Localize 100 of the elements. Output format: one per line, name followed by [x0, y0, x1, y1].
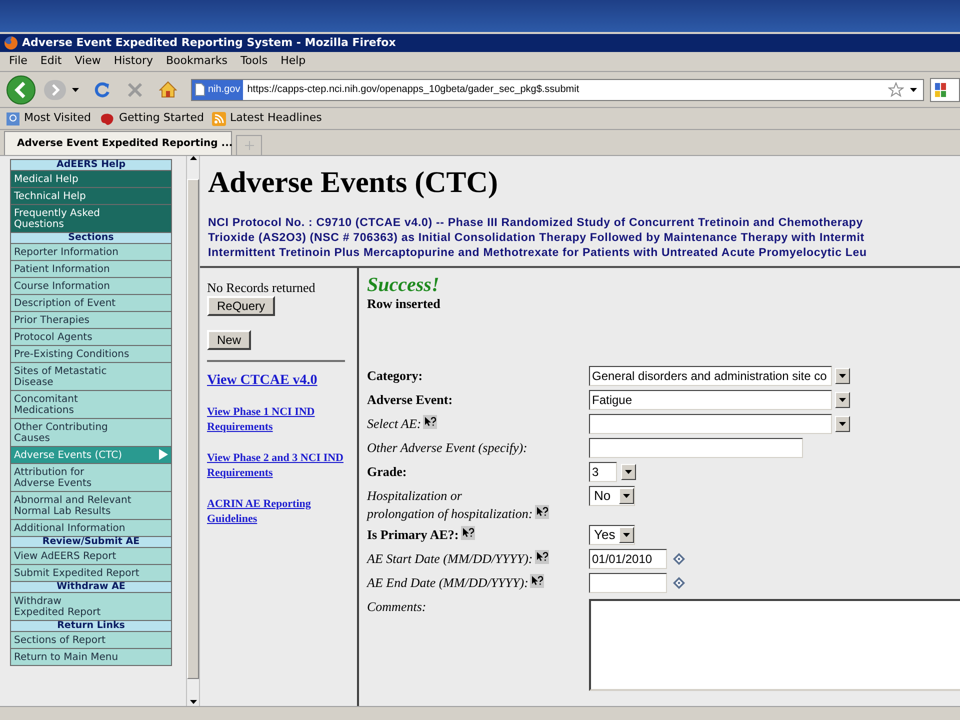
- sidebar-item[interactable]: Attribution for Adverse Events: [11, 464, 171, 491]
- back-icon[interactable]: [6, 74, 38, 104]
- dropdown-button[interactable]: [835, 368, 850, 384]
- home-icon[interactable]: [159, 80, 177, 98]
- search-bar[interactable]: [930, 78, 960, 102]
- sidebar-item[interactable]: Protocol Agents: [11, 329, 171, 345]
- help-cursor-icon[interactable]: [423, 415, 438, 429]
- menu-item[interactable]: Edit: [40, 53, 62, 70]
- bookmark-link[interactable]: Latest Headlines: [230, 110, 322, 127]
- field-label: Hospitalization or prolongation of hospitalization:: [367, 488, 533, 521]
- sidebar-header: Withdraw AE: [11, 582, 171, 592]
- help-cursor-icon[interactable]: [534, 505, 549, 519]
- sidebar-item[interactable]: Description of Event: [11, 295, 171, 311]
- field-label: Comments:: [367, 599, 426, 614]
- sidebar-item[interactable]: Return to Main Menu: [11, 649, 171, 665]
- page-title: Adverse Events (CTC): [208, 166, 499, 200]
- bookmark-link[interactable]: Most Visited: [24, 110, 91, 127]
- sidebar-item[interactable]: Prior Therapies: [11, 312, 171, 328]
- sidebar-item[interactable]: Patient Information: [11, 261, 171, 277]
- caret-icon: [839, 422, 846, 426]
- comments-field[interactable]: [589, 599, 960, 691]
- sidebar-item[interactable]: Frequently Asked Questions: [11, 205, 171, 232]
- date-field[interactable]: 01/01/2010: [589, 549, 667, 569]
- menu-item[interactable]: Help: [280, 53, 306, 70]
- reference-link[interactable]: View Phase 1 NCI IND Requirements: [207, 405, 357, 435]
- sidebar-item[interactable]: Pre-Existing Conditions: [11, 346, 171, 362]
- caret-icon: [625, 470, 632, 474]
- field-label: AE Start Date (MM/DD/YYYY):: [367, 551, 533, 566]
- input-field[interactable]: [589, 438, 803, 458]
- success-title: Success!: [367, 274, 440, 296]
- field-label: Select AE:: [367, 416, 422, 431]
- sidebar-item[interactable]: Course Information: [11, 278, 171, 294]
- sidebar-item[interactable]: Additional Information: [11, 520, 171, 536]
- caret-icon: [623, 494, 630, 498]
- query-button[interactable]: New: [207, 330, 252, 350]
- field-label: Category:: [367, 368, 423, 383]
- sidebar-item[interactable]: Medical Help: [11, 171, 171, 187]
- address-bar[interactable]: nih.gov https://capps-ctep.nci.nih.gov/openapps_10gbeta/gader_sec_pkg$.ssubmit: [191, 78, 924, 100]
- sidebar-item[interactable]: Abnormal and Relevant Normal Lab Results: [11, 492, 171, 519]
- sidebar-item[interactable]: View AdEERS Report: [11, 548, 171, 564]
- site-identity-button[interactable]: nih.gov: [192, 80, 244, 100]
- calendar-icon[interactable]: [673, 553, 685, 565]
- help-cursor-icon[interactable]: [530, 574, 544, 588]
- query-button[interactable]: ReQuery: [207, 296, 276, 316]
- sidebar-item[interactable]: Concomitant Medications: [11, 391, 171, 418]
- protocol-text: NCI Protocol No. : C9710 (CTCAE v4.0) -- Phase III Randomized Study of Concurrent Tretinoin and Chemotherapy Trioxide (AS2O3) (NSC # 706363) as Initial Consolidation Therapy Followed by Maintenance Therapy with Intermit Intermittent Tretinoin Plus Mercaptopurine and Methotrexate for Patients with Untreated Acute Promyelocytic Leu: [208, 216, 868, 261]
- dropdown-button[interactable]: [835, 416, 850, 432]
- dropdown-button[interactable]: [621, 464, 636, 480]
- reload-icon[interactable]: [93, 80, 111, 98]
- field-label: Adverse Event:: [367, 392, 453, 407]
- window-title: Adverse Event Expedited Reporting System - Mozilla Firefox: [22, 34, 396, 51]
- select-field[interactable]: Yes: [589, 525, 635, 545]
- scrollbar[interactable]: [186, 156, 200, 706]
- dropdown-button[interactable]: [619, 488, 634, 504]
- sidebar-item[interactable]: Submit Expedited Report: [11, 565, 171, 581]
- sidebar-item[interactable]: Sites of Metastatic Disease: [11, 363, 171, 390]
- select-field[interactable]: No: [589, 486, 635, 506]
- calendar-icon[interactable]: [673, 577, 685, 589]
- select-field[interactable]: Fatigue: [589, 390, 832, 410]
- sidebar-item[interactable]: Withdraw Expedited Report: [11, 593, 171, 620]
- url-caret-icon: [910, 88, 917, 92]
- reference-link[interactable]: View CTCAE v4.0: [207, 372, 357, 389]
- sidebar-header: AdEERS Help: [11, 160, 171, 170]
- select-field[interactable]: [589, 414, 832, 434]
- triangle-icon: [159, 449, 168, 460]
- reference-link[interactable]: ACRIN AE Reporting Guidelines: [207, 497, 357, 527]
- field-label: Other Adverse Event (specify):: [367, 440, 528, 455]
- select-field[interactable]: General disorders and administration site co: [589, 366, 832, 386]
- date-field[interactable]: [589, 573, 667, 593]
- sidebar-item[interactable]: Technical Help: [11, 188, 171, 204]
- scroll-thumb[interactable]: [187, 179, 199, 679]
- help-cursor-icon[interactable]: [460, 526, 475, 540]
- bookmark-link[interactable]: Getting Started: [118, 110, 204, 127]
- feed-icon: [212, 112, 226, 126]
- reference-link[interactable]: View Phase 2 and 3 NCI IND Requirements: [207, 451, 357, 481]
- browser-tab[interactable]: Adverse Event Expedited Reporting ...: [4, 131, 232, 155]
- status-text: No Records returned: [207, 280, 316, 295]
- menu-item[interactable]: Tools: [240, 53, 268, 70]
- dropdown-button[interactable]: [619, 527, 634, 543]
- sidebar-item[interactable]: Reporter Information: [11, 244, 171, 260]
- history-caret-icon: [72, 88, 79, 92]
- sidebar-header: Review/Submit AE: [11, 537, 171, 547]
- scroll-down-icon[interactable]: [190, 700, 196, 704]
- help-cursor-icon[interactable]: [534, 550, 549, 564]
- sidebar-header: Return Links: [11, 621, 171, 631]
- star-icon[interactable]: [888, 82, 904, 98]
- sidebar-item[interactable]: Sections of Report: [11, 632, 171, 648]
- caret-icon: [839, 374, 846, 378]
- menu-item[interactable]: File: [9, 53, 28, 70]
- menu-item[interactable]: Bookmarks: [166, 53, 228, 70]
- plus-icon: [244, 141, 254, 150]
- menu-item[interactable]: View: [74, 53, 101, 70]
- field-label: Grade:: [367, 464, 407, 479]
- caret-icon: [623, 533, 630, 537]
- select-field[interactable]: 3: [589, 462, 617, 482]
- dropdown-button[interactable]: [835, 392, 850, 408]
- menu-item[interactable]: History: [114, 53, 153, 70]
- sidebar-item[interactable]: Other Contributing Causes: [11, 419, 171, 446]
- bookmark-icon: [98, 112, 115, 126]
- result-message: Row inserted: [367, 296, 442, 312]
